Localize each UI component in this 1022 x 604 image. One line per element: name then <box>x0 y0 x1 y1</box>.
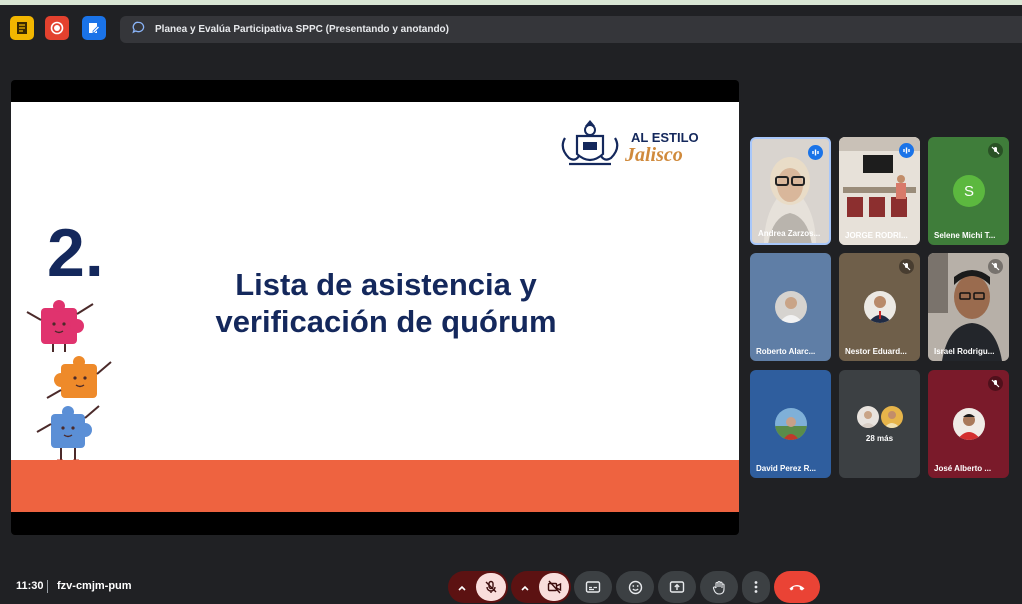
chat-bubble-icon[interactable] <box>132 21 145 39</box>
more-options-button[interactable] <box>742 571 770 603</box>
end-call-icon <box>789 585 805 591</box>
participant-tile[interactable]: Nestor Eduard... <box>839 253 920 361</box>
current-time: 11:30 <box>16 580 44 592</box>
participant-name: Andrea Zarzos... <box>758 229 821 238</box>
meeting-title-bar: Planea y Evalúa Participativa SPPC (Pres… <box>120 16 1022 43</box>
participant-tile[interactable]: Andrea Zarzos... <box>750 137 831 245</box>
camera-off-icon <box>547 580 561 594</box>
chevron-up-icon[interactable] <box>519 581 531 599</box>
presentation-area: AL ESTILO Jalisco 2. Lista de asistencia… <box>11 80 739 535</box>
participant-name: José Alberto ... <box>934 464 992 473</box>
participant-tile[interactable]: Israel Rodrigu... <box>928 253 1009 361</box>
notes-icon[interactable] <box>10 16 34 40</box>
more-participants-count: 28 más <box>865 434 894 443</box>
meeting-title: Planea y Evalúa Participativa SPPC (Pres… <box>155 24 449 35</box>
logo: AL ESTILO Jalisco <box>559 114 711 174</box>
slide-heading: Lista de asistencia y verificación de qu… <box>201 266 571 340</box>
slide-heading-line-1: Lista de asistencia y <box>235 267 537 302</box>
participant-name: JORGE RODRI... <box>845 231 908 240</box>
avatar <box>881 406 903 428</box>
participant-name: Roberto Alarc... <box>756 347 816 356</box>
avatar <box>775 408 807 440</box>
logo-line-2: Jalisco <box>625 144 683 166</box>
puzzle-figures-illustration <box>26 300 112 463</box>
participant-tile[interactable]: José Alberto ... <box>928 370 1009 478</box>
speaking-indicator-icon <box>899 143 914 158</box>
mic-off-icon <box>988 143 1003 158</box>
participant-name: Nestor Eduard... <box>845 347 907 356</box>
participant-tile[interactable]: David Perez R... <box>750 370 831 478</box>
mic-control <box>448 571 508 603</box>
raise-hand-button[interactable] <box>700 571 738 603</box>
raise-hand-icon <box>712 580 725 595</box>
emoji-icon <box>628 580 642 594</box>
top-accent-line <box>0 0 1022 5</box>
avatar-initial: S <box>953 175 985 207</box>
mic-off-icon <box>988 376 1003 391</box>
participant-name: Israel Rodrigu... <box>934 347 995 356</box>
mic-off-icon <box>485 580 497 593</box>
present-icon <box>669 581 685 593</box>
slide-footer-band <box>11 460 739 512</box>
logo-line-1: AL ESTILO <box>631 130 699 145</box>
slide-heading-line-2: verificación de quórum <box>215 304 557 339</box>
avatar <box>775 291 807 323</box>
camera-control <box>511 571 571 603</box>
divider <box>47 580 48 593</box>
more-options-icon <box>754 581 758 593</box>
slide: AL ESTILO Jalisco 2. Lista de asistencia… <box>11 102 739 512</box>
bottom-control-bar: 11:30 fzv-cmjm-pum <box>0 568 1022 604</box>
mic-off-icon <box>988 259 1003 274</box>
coat-of-arms-icon <box>561 120 619 166</box>
section-number: 2. <box>47 215 104 291</box>
participant-name: Selene Michi T... <box>934 231 996 240</box>
camera-off-button[interactable] <box>539 573 569 601</box>
end-call-button[interactable] <box>774 571 820 603</box>
avatar <box>857 406 879 428</box>
captions-button[interactable] <box>574 571 612 603</box>
participant-name: David Perez R... <box>756 464 817 473</box>
chevron-up-icon[interactable] <box>456 581 468 599</box>
participant-tile[interactable]: Roberto Alarc... <box>750 253 831 361</box>
record-icon[interactable] <box>45 16 69 40</box>
more-participants-tile[interactable]: 28 más <box>839 370 920 478</box>
meeting-code: fzv-cmjm-pum <box>57 580 132 592</box>
mic-off-button[interactable] <box>476 573 506 601</box>
present-button[interactable] <box>658 571 696 603</box>
captions-icon <box>585 581 601 593</box>
avatar <box>953 408 985 440</box>
participant-tile[interactable]: S Selene Michi T... <box>928 137 1009 245</box>
participant-tile[interactable]: JORGE RODRI... <box>839 137 920 245</box>
emoji-button[interactable] <box>616 571 654 603</box>
mic-off-icon <box>899 259 914 274</box>
speaking-indicator-icon <box>808 145 823 160</box>
avatar <box>864 291 896 323</box>
edit-doc-icon[interactable] <box>82 16 106 40</box>
